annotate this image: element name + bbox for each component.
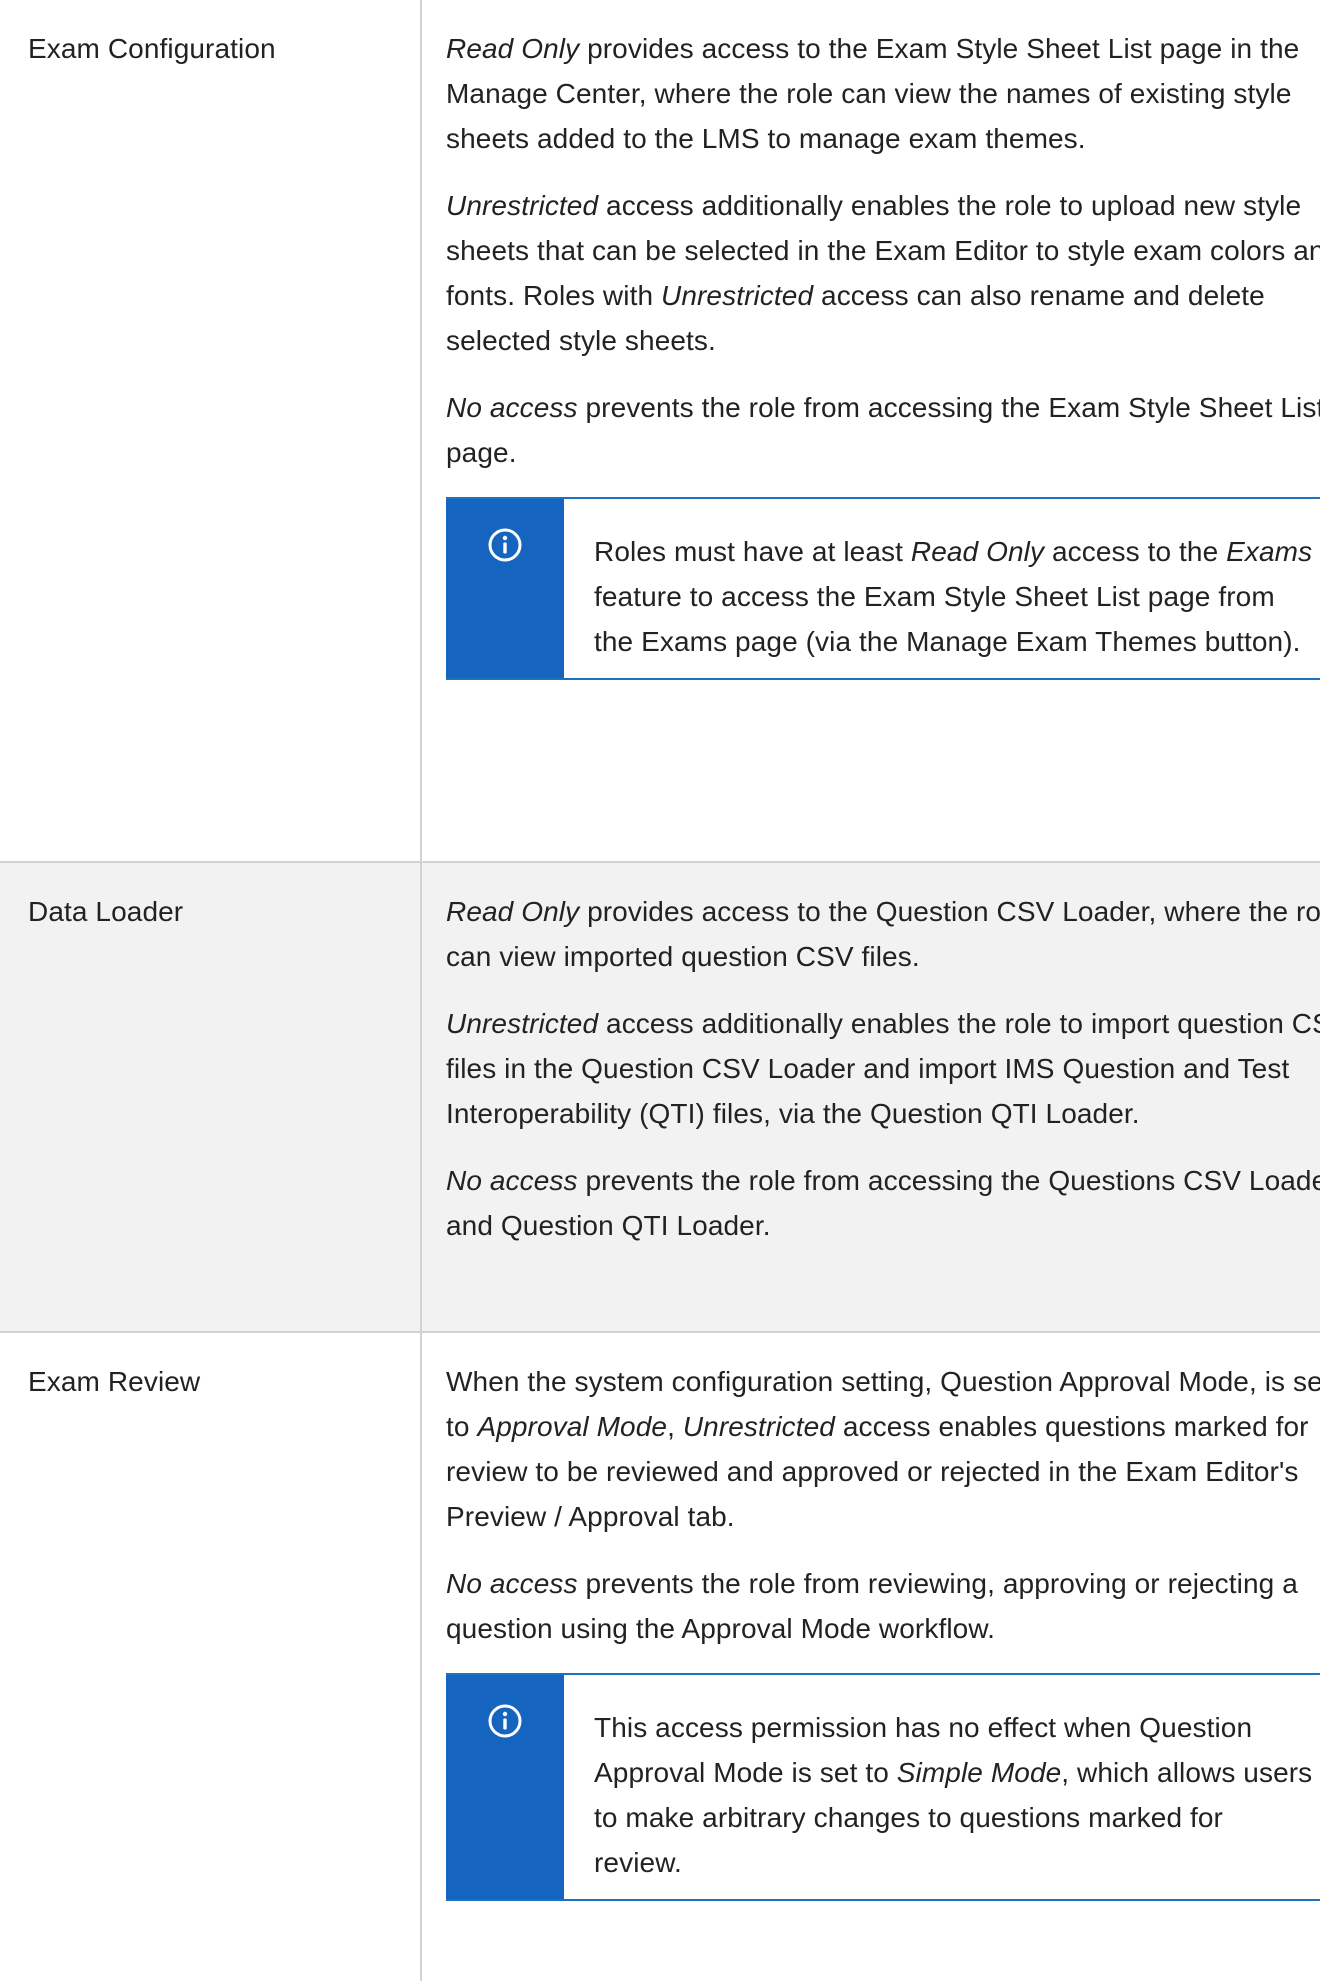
info-note: Roles must have at least Read Only acces… bbox=[446, 497, 1320, 680]
note-text: This access permission has no effect whe… bbox=[564, 1675, 1320, 1899]
info-icon bbox=[488, 1704, 522, 1738]
text: Roles must have at least bbox=[594, 536, 911, 567]
note-stripe bbox=[446, 499, 564, 678]
paragraph: Unrestricted access additionally enables… bbox=[446, 1001, 1320, 1136]
description-cell: Read Only provides access to the Questio… bbox=[420, 861, 1320, 1333]
feature-cell: Exam Review bbox=[0, 1331, 422, 1981]
emphasis: No access bbox=[446, 1568, 578, 1599]
emphasis: Unrestricted bbox=[446, 190, 599, 221]
paragraph: Unrestricted access additionally enables… bbox=[446, 183, 1320, 363]
emphasis: Unrestricted bbox=[682, 1411, 835, 1442]
paragraph: No access prevents the role from accessi… bbox=[446, 1158, 1320, 1248]
emphasis: No access bbox=[446, 392, 578, 423]
paragraph: Read Only provides access to the Exam St… bbox=[446, 26, 1320, 161]
emphasis: Read Only bbox=[446, 33, 580, 64]
feature-name: Exam Review bbox=[28, 1366, 201, 1397]
note-text: Roles must have at least Read Only acces… bbox=[564, 499, 1320, 678]
emphasis: Approval Mode bbox=[477, 1411, 668, 1442]
feature-name: Exam Configuration bbox=[28, 33, 276, 64]
paragraph: Read Only provides access to the Questio… bbox=[446, 889, 1320, 979]
emphasis: No access bbox=[446, 1165, 578, 1196]
table-row: Exam Configuration Read Only provides ac… bbox=[0, 0, 1320, 863]
note-stripe bbox=[446, 1675, 564, 1899]
text: , bbox=[667, 1411, 683, 1442]
emphasis: Simple Mode bbox=[896, 1757, 1062, 1788]
text: prevents the role from accessing the Que… bbox=[446, 1165, 1320, 1241]
table-row: Exam Review When the system configuratio… bbox=[0, 1331, 1320, 1981]
description-cell: Read Only provides access to the Exam St… bbox=[420, 0, 1320, 863]
info-note: This access permission has no effect whe… bbox=[446, 1673, 1320, 1901]
emphasis: Unrestricted bbox=[446, 1008, 599, 1039]
emphasis: Read Only bbox=[910, 536, 1045, 567]
text: feature to access the Exam Style Sheet L… bbox=[594, 581, 1301, 657]
table-row: Data Loader Read Only provides access to… bbox=[0, 861, 1320, 1333]
emphasis: Read Only bbox=[446, 896, 580, 927]
emphasis: Unrestricted bbox=[661, 280, 814, 311]
info-icon bbox=[488, 528, 522, 562]
permissions-table: Exam Configuration Read Only provides ac… bbox=[0, 0, 1320, 1981]
paragraph: When the system configuration setting, Q… bbox=[446, 1359, 1320, 1539]
feature-cell: Exam Configuration bbox=[0, 0, 422, 863]
text: access to the bbox=[1044, 536, 1227, 567]
feature-name: Data Loader bbox=[28, 896, 184, 927]
paragraph: No access prevents the role from accessi… bbox=[446, 385, 1320, 475]
emphasis: Exams bbox=[1226, 536, 1313, 567]
text: prevents the role from accessing the Exa… bbox=[446, 392, 1320, 468]
paragraph: No access prevents the role from reviewi… bbox=[446, 1561, 1320, 1651]
description-cell: When the system configuration setting, Q… bbox=[420, 1331, 1320, 1981]
feature-cell: Data Loader bbox=[0, 861, 422, 1333]
